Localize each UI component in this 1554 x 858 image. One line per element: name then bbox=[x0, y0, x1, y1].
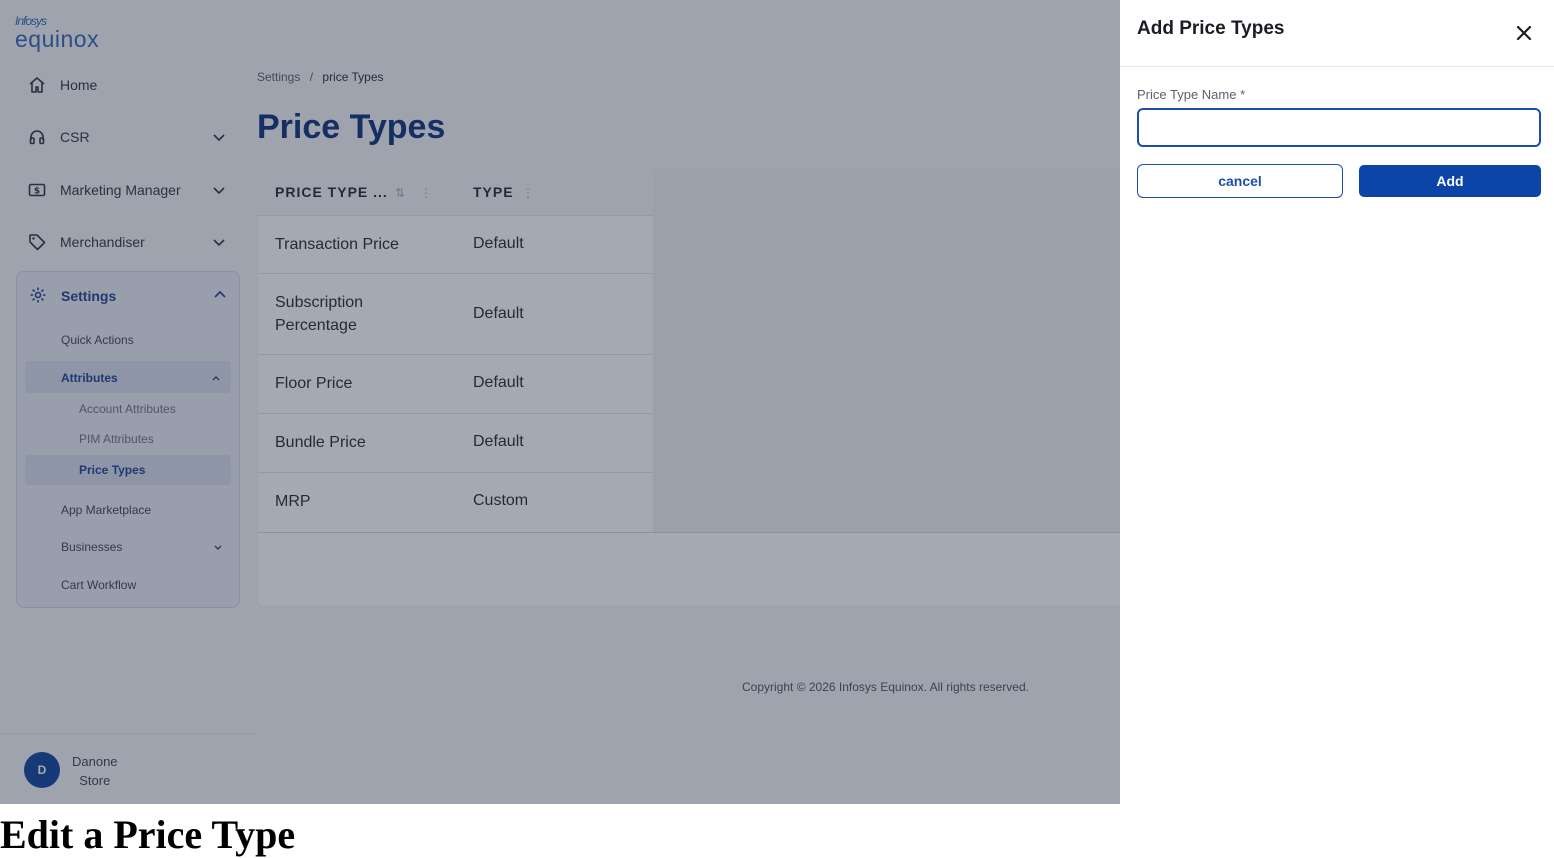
drawer-divider bbox=[1120, 66, 1554, 67]
add-price-types-drawer: Add Price Types Price Type Name * cancel… bbox=[1120, 0, 1554, 804]
price-type-name-input[interactable] bbox=[1137, 108, 1541, 147]
close-icon[interactable] bbox=[1513, 22, 1535, 44]
drawer-title: Add Price Types bbox=[1137, 18, 1285, 39]
app-window: Infosys equinox Home CSR $ Marketing Man… bbox=[0, 0, 1554, 804]
price-type-name-label: Price Type Name * bbox=[1137, 87, 1246, 102]
cancel-button[interactable]: cancel bbox=[1137, 164, 1343, 198]
add-button[interactable]: Add bbox=[1359, 165, 1541, 197]
underlying-heading-text: Edit a Price Type bbox=[0, 812, 296, 857]
